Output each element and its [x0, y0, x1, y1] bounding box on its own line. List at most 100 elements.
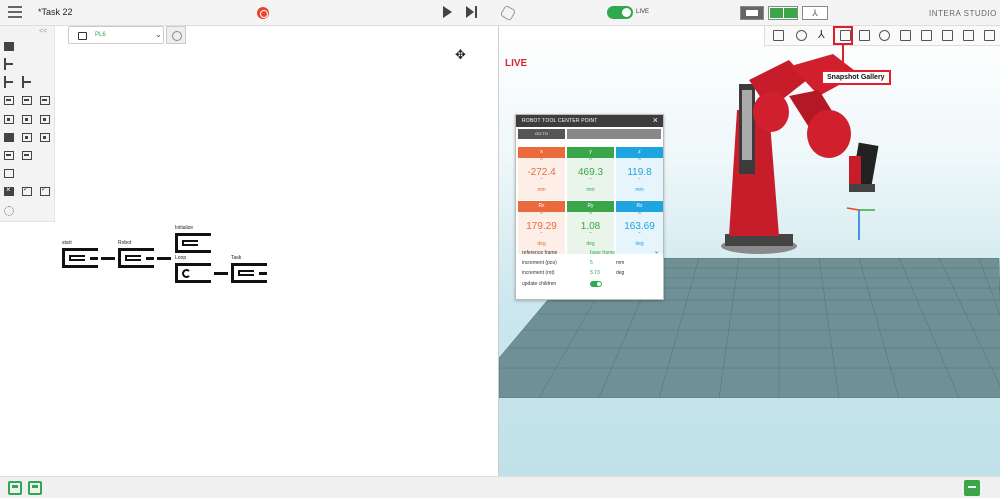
menu-icon[interactable] [8, 6, 22, 18]
node-start[interactable] [62, 248, 98, 268]
settings-hex-icon[interactable] [499, 4, 517, 22]
axis-label: Rz [616, 201, 663, 212]
robot-status-icon[interactable] [964, 480, 980, 496]
increment-up-icon[interactable]: ^ [567, 158, 614, 164]
palette-fail-icon[interactable] [4, 185, 14, 196]
robot-refresh-button[interactable] [166, 26, 186, 44]
axis-value[interactable]: -272.4 [518, 167, 565, 178]
axis-value[interactable]: 1.08 [567, 221, 614, 232]
robot-select[interactable]: PL6 ⌄ [68, 26, 164, 44]
play-button[interactable] [443, 6, 452, 18]
palette-contact-icon[interactable] [40, 115, 50, 124]
layout-3d-button[interactable]: ⅄ [802, 6, 828, 20]
ref-frame-value[interactable]: base frame [590, 250, 615, 256]
palette-split-icon[interactable] [40, 133, 50, 142]
increment-up-icon[interactable]: ^ [567, 212, 614, 218]
inc-rot-field[interactable]: 5.73 [590, 270, 600, 276]
bracket-icon[interactable] [921, 30, 932, 41]
node-initialize[interactable] [175, 233, 211, 253]
tcp-panel: ROBOT TOOL CENTER POINT × GO TO x ^ -272.4… [515, 114, 664, 300]
axis-rx: Rx ^ 179.29 ˇ deg [518, 201, 565, 254]
palette-wait-icon[interactable] [4, 206, 14, 216]
node-palette: << [0, 26, 55, 222]
goto-field[interactable] [567, 129, 661, 139]
inc-rot-unit: deg [616, 270, 625, 276]
axis-body: ^ 1.08 ˇ deg [567, 212, 614, 254]
axis-label: y [567, 147, 614, 158]
axes-icon[interactable]: ⅄ [818, 30, 829, 41]
axis-ry: Ry ^ 1.08 ˇ deg [567, 201, 614, 254]
increment-up-icon[interactable]: ^ [518, 212, 565, 218]
increment-up-icon[interactable]: ^ [518, 158, 565, 164]
increment-down-icon[interactable]: ˇ [616, 179, 663, 185]
increment-down-icon[interactable]: ˇ [616, 233, 663, 239]
goto-button[interactable]: GO TO [518, 129, 565, 139]
frame-icon[interactable] [773, 30, 784, 41]
palette-node-icon[interactable] [4, 42, 14, 51]
list-icon[interactable] [900, 30, 911, 41]
chart-icon[interactable] [984, 30, 995, 41]
palette-success-icon[interactable] [22, 185, 32, 196]
palette-action-icon[interactable] [4, 96, 14, 105]
split-view-icon[interactable] [28, 481, 42, 495]
palette-vision-icon[interactable] [22, 115, 32, 124]
top-bar: *Task 22 LIVE ⅄ INTERA STUDIO [0, 0, 1000, 26]
collapse-button[interactable]: << [39, 28, 47, 35]
stop-button[interactable] [257, 7, 269, 19]
node-task[interactable] [231, 263, 267, 283]
connector [157, 257, 171, 260]
axis-label: z [616, 147, 663, 158]
axis-label: Ry [567, 201, 614, 212]
node-loop[interactable] [175, 263, 211, 283]
axis-unit: deg [537, 241, 546, 247]
signal-icon[interactable] [879, 30, 890, 41]
palette-action3-icon[interactable] [40, 96, 50, 105]
palette-gripper-icon[interactable] [4, 115, 14, 124]
palette-play-icon[interactable] [4, 133, 14, 142]
zoom-out-icon[interactable] [796, 30, 807, 41]
palette-eject-icon[interactable] [22, 151, 32, 160]
task-title: *Task 22 [38, 7, 73, 17]
increment-down-icon[interactable]: ˇ [567, 179, 614, 185]
palette-selector-icon[interactable] [22, 76, 32, 88]
increment-down-icon[interactable]: ˇ [518, 233, 565, 239]
layout-editor-button[interactable] [740, 6, 764, 20]
axis-value[interactable]: 179.29 [518, 221, 565, 232]
document-icon[interactable] [963, 30, 974, 41]
node-label-robot: Robot [118, 240, 132, 246]
layout-icon[interactable] [859, 30, 870, 41]
step-button[interactable] [466, 6, 478, 18]
chevron-down-icon[interactable]: ⌄ [654, 248, 659, 255]
axis-value[interactable]: 119.8 [616, 167, 663, 178]
increment-up-icon[interactable]: ^ [616, 212, 663, 218]
palette-action2-icon[interactable] [22, 96, 32, 105]
palette-tree-icon[interactable] [4, 58, 14, 70]
node-robot[interactable] [118, 248, 154, 268]
palette-save-icon[interactable] [4, 151, 14, 160]
align-icon[interactable] [942, 30, 953, 41]
inc-pos-unit: mm [616, 260, 625, 266]
axis-z: z ^ 119.8 ˇ mm [616, 147, 663, 200]
palette-sequence-icon[interactable] [4, 76, 14, 88]
axis-label: Rx [518, 201, 565, 212]
snapshot-gallery-callout: Snapshot Gallery [821, 70, 891, 85]
increment-down-icon[interactable]: ˇ [567, 233, 614, 239]
live-toggle[interactable] [607, 6, 633, 19]
axis-value[interactable]: 163.69 [616, 221, 663, 232]
axis-unit: mm [635, 187, 644, 193]
increment-down-icon[interactable]: ˇ [518, 179, 565, 185]
palette-check-icon[interactable] [40, 185, 50, 196]
palette-table-icon[interactable] [4, 169, 14, 178]
inc-pos-field[interactable]: 5 [590, 260, 593, 266]
update-children-toggle[interactable] [590, 281, 602, 287]
palette-grid-icon[interactable] [22, 133, 32, 142]
layout-split-button[interactable] [768, 6, 798, 20]
3d-viewport[interactable]: LIVE ⅄ Snapshot Gallery ROBOT TOOL CENTE… [498, 26, 1000, 476]
axis-value[interactable]: 469.3 [567, 167, 614, 178]
connector [214, 272, 228, 275]
increment-up-icon[interactable]: ^ [616, 158, 663, 164]
robot-select-value: PL6 [95, 32, 106, 38]
move-icon[interactable]: ✥ [455, 47, 466, 63]
monitor-icon[interactable] [8, 481, 22, 495]
close-icon[interactable]: × [653, 115, 658, 125]
